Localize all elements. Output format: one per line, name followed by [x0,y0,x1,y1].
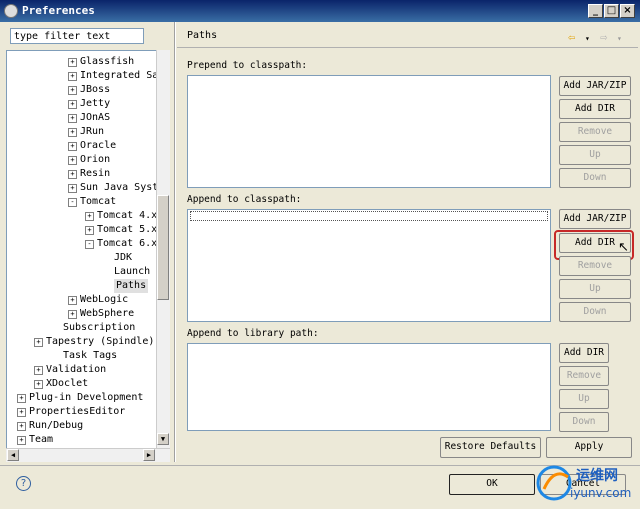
prepend-up-button[interactable]: Up [559,145,631,165]
app-icon [4,4,18,18]
tree-expander-icon[interactable]: + [34,366,43,375]
append-label: Append to classpath: [187,194,302,205]
tree-expander-icon[interactable]: + [68,86,77,95]
tree-item[interactable]: JOnAS [80,111,110,125]
tree-item[interactable]: JBoss [80,83,110,97]
tree-expander-icon[interactable]: + [68,142,77,151]
tree-expander-icon[interactable]: + [17,408,26,417]
close-icon[interactable]: × [620,4,635,18]
append-list[interactable] [187,209,551,322]
tree-expander-icon[interactable]: + [68,170,77,179]
watermark-cn: 运维网 [576,468,618,484]
minimize-icon[interactable]: _ [588,4,603,18]
tree-item[interactable]: XDoclet [46,377,88,391]
tree-expander-icon[interactable]: + [68,156,77,165]
prepend-down-button[interactable]: Down [559,168,631,188]
tree-item[interactable]: Tomcat 6.x [97,237,157,251]
library-remove-button[interactable]: Remove [559,366,609,386]
pane-separator[interactable] [174,22,176,462]
tree-item[interactable]: Tapestry (Spindle) [46,335,154,349]
scroll-right-icon[interactable]: ▶ [143,449,155,461]
tree-expander-icon[interactable]: + [68,114,77,123]
tree-item[interactable]: Tomcat 4.x [97,209,157,223]
tree-expander-icon[interactable]: - [68,198,77,207]
watermark-url: iyunv.com [570,486,632,500]
tree-expander-icon[interactable]: + [68,296,77,305]
back-arrow-icon[interactable]: ⇦ [568,30,575,44]
forward-arrow-icon[interactable]: ⇨ [600,30,607,44]
tree-item[interactable]: JDK [114,251,132,265]
preference-tree[interactable]: + Glassfish + Integrated Sandb + JBoss + Jetty +… [6,50,170,462]
tree-item[interactable]: Run/Debug [29,419,83,433]
append-list-focus-row[interactable] [190,211,548,221]
prepend-list[interactable] [187,75,551,188]
tree-item[interactable]: Launch [114,265,150,279]
tree-expander-icon[interactable]: + [68,184,77,193]
help-icon[interactable]: ? [16,476,31,491]
library-list[interactable] [187,343,551,431]
tree-expander-icon[interactable]: - [85,240,94,249]
tree-item[interactable]: Validation [46,363,106,377]
tree-expander-icon[interactable]: + [17,394,26,403]
prepend-add-jar-button[interactable]: Add JAR/ZIP [559,76,631,96]
prepend-label: Prepend to classpath: [187,60,308,71]
tree-item[interactable]: Task Tags [63,349,117,363]
library-add-dir-button[interactable]: Add DIR [559,343,609,363]
scroll-down-icon[interactable]: ▼ [157,433,169,445]
tree-expander-icon[interactable]: + [68,58,77,67]
append-add-jar-button[interactable]: Add JAR/ZIP [559,209,631,229]
back-menu-icon[interactable]: ▾ [585,34,590,43]
prepend-remove-button[interactable]: Remove [559,122,631,142]
tree-expander-icon[interactable]: + [85,226,94,235]
library-label: Append to library path: [187,328,319,339]
tree-item[interactable]: Orion [80,153,110,167]
scroll-left-icon[interactable]: ◀ [7,449,19,461]
append-up-button[interactable]: Up [559,279,631,299]
tree-item[interactable]: Tomcat 5.x [97,223,157,237]
tree-expander-icon[interactable]: + [17,436,26,445]
tree-expander-icon[interactable]: + [34,338,43,347]
append-down-button[interactable]: Down [559,302,631,322]
prepend-add-dir-button[interactable]: Add DIR [559,99,631,119]
tree-item[interactable]: Oracle [80,139,116,153]
tree-item[interactable]: Glassfish [80,55,134,69]
tree-item[interactable]: WebLogic [80,293,128,307]
tree-item[interactable]: WebSphere [80,307,134,321]
library-down-button[interactable]: Down [559,412,609,432]
filter-input[interactable] [10,28,144,44]
forward-menu-icon[interactable]: ▾ [617,34,622,43]
tree-expander-icon[interactable]: + [17,422,26,431]
append-remove-button[interactable]: Remove [559,256,631,276]
tree-scroll-thumb[interactable] [157,195,169,300]
tree-expander-icon[interactable]: + [68,128,77,137]
tree-item[interactable]: JRun [80,125,104,139]
tree-expander-icon[interactable]: + [34,380,43,389]
tree-item[interactable]: Jetty [80,97,110,111]
tree-item[interactable]: Paths [114,279,149,293]
title-bar [0,0,640,22]
tree-item[interactable]: PropertiesEditor [29,405,125,419]
tree-expander-icon[interactable]: + [68,100,77,109]
library-up-button[interactable]: Up [559,389,609,409]
tree-item[interactable]: Resin [80,167,110,181]
tree-item[interactable]: Tomcat [80,195,116,209]
ok-button[interactable]: OK [449,474,535,495]
header-divider [177,47,638,48]
window-title: Preferences [22,4,95,17]
tree-expander-icon[interactable]: + [68,310,77,319]
restore-defaults-button[interactable]: Restore Defaults [440,437,541,458]
apply-button[interactable]: Apply [546,437,632,458]
page-title: Paths [187,30,218,41]
mouse-cursor-icon: ↖ [618,240,629,255]
tree-item[interactable]: Team [29,433,53,447]
watermark: 运维网 iyunv.com [534,459,636,505]
tree-expander-icon[interactable]: + [68,72,77,81]
tree-expander-icon[interactable]: + [85,212,94,221]
tree-item[interactable]: Subscription [63,321,135,335]
tree-item[interactable]: Plug-in Development [29,391,143,405]
maximize-icon[interactable]: □ [604,4,619,18]
